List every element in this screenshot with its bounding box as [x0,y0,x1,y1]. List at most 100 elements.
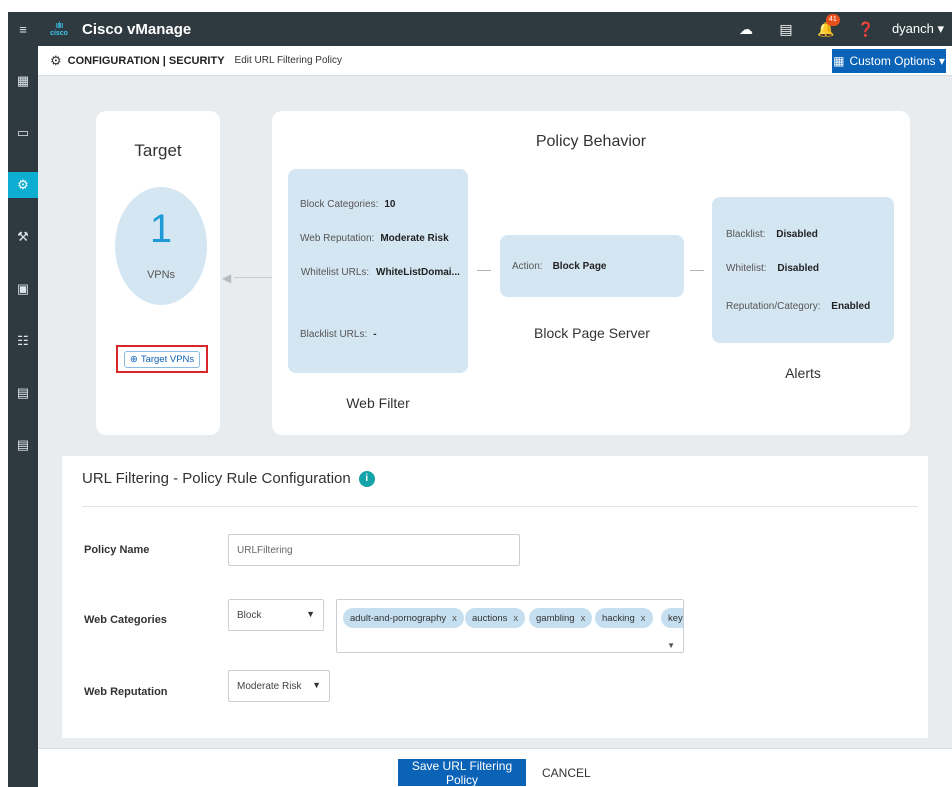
app-title: Cisco vManage [82,20,192,38]
dropdown-arrow-icon: ▼ [306,609,315,619]
block-categories-key: Block Categories: [300,199,379,210]
info-icon[interactable]: i [358,470,375,487]
top-icons: ☁ ▤ 🔔 41 ❓ dyanch ▾ [726,12,952,46]
category-tag-label: adult-and-pornography [350,612,447,624]
breadcrumb-page: Edit URL Filtering Policy [234,55,342,66]
monitor-icon[interactable]: ▭ [8,120,38,146]
custom-options-button[interactable]: ▦ Custom Options ▾ [832,49,946,73]
alerts-whitelist-value: Disabled [777,263,820,274]
connector-dash [690,270,704,271]
policy-rule-configuration-panel: URL Filtering - Policy Rule Configuratio… [62,456,928,738]
whitelist-urls-value: WhiteListDomai... [376,267,460,278]
notification-badge: 41 [825,13,840,26]
web-filter-box[interactable]: Block Categories: 10 Web Reputation: Mod… [288,169,468,373]
dashboard-icon[interactable]: ▦ [8,68,38,94]
vpn-count-circle: 1 VPNs [115,187,207,305]
footer-bar: Save URL Filtering Policy CANCEL [38,748,952,787]
custom-options-label: Custom Options ▾ [849,54,945,68]
arrow-left-icon: ◀ [222,271,232,285]
block-page-action-key: Action: [512,260,543,272]
left-sidebar: ≡ ▦ ▭ ⚙ ⚒ ▣ ☷ ▤ ▤ [8,12,38,787]
web-reputation-select[interactable]: Moderate Risk ▼ [228,670,330,702]
category-tag[interactable]: adult-and-pornography x [343,608,464,628]
target-vpns-label: Target VPNs [140,353,195,365]
bell-icon[interactable]: 🔔 41 [806,13,846,38]
web-reputation-label: Web Reputation [84,686,168,698]
cisco-logo-bars-icon: ıılıı [55,19,63,30]
plus-circle-icon: ⊕ [129,353,138,365]
analytics-icon[interactable]: ▤ [8,380,38,406]
policy-name-input[interactable] [228,534,520,566]
web-reputation-select-value: Moderate Risk [237,680,302,692]
blacklist-urls-row: Blacklist URLs: - [300,329,462,340]
remove-tag-icon[interactable]: x [641,613,646,624]
category-tag-label: gambling [536,612,575,624]
config-title: URL Filtering - Policy Rule Configuratio… [82,470,375,487]
category-tag[interactable]: gambling x [529,608,593,628]
alerts-box[interactable]: Blacklist: Disabled Whitelist: Disabled … [712,197,894,343]
dropdown-arrow-icon: ▼ [312,680,321,690]
block-page-box[interactable]: Action: Block Page [500,235,684,297]
connector-dash [477,270,491,271]
alerts-blacklist-key: Blacklist: [726,229,766,240]
web-reputation-row: Web Reputation: Moderate Risk [300,233,462,244]
alerts-reputation-row: Reputation/Category: Enabled [726,301,870,312]
target-card: Target 1 VPNs ⊕ Target VPNs [96,111,220,435]
scroll-down-icon[interactable]: ▼ [667,641,675,650]
alerts-reputation-value: Enabled [831,301,871,312]
whitelist-urls-key: Whitelist URLs: [300,267,370,278]
alerts-blacklist-row: Blacklist: Disabled [726,229,818,240]
vpn-count: 1 [149,207,173,251]
policy-name-label: Policy Name [84,544,150,556]
gear-icon: ⚙ [50,52,62,68]
policy-behavior-title: Policy Behavior [535,133,647,150]
web-categories-label: Web Categories [84,614,167,626]
block-categories-value: 10 [384,199,396,210]
cisco-logo: ıılıı cisco [46,19,72,38]
tools-icon[interactable]: ⚒ [8,224,38,250]
maintenance-icon[interactable]: ▣ [8,276,38,302]
block-page-action-value: Block Page [552,260,607,272]
alerts-label: Alerts [785,365,821,381]
top-bar: ıılıı cisco Cisco vManage ☁ ▤ 🔔 41 ❓ dyan… [38,12,952,46]
remove-tag-icon[interactable]: x [513,613,518,624]
target-vpns-highlight: ⊕ Target VPNs [116,345,208,373]
config-title-text: URL Filtering - Policy Rule Configuratio… [82,470,351,487]
grid-icon: ▦ [833,54,845,68]
connector-line [234,277,272,278]
policy-behavior-card: Policy Behavior Block Categories: 10 Web… [272,111,910,435]
alerts-whitelist-row: Whitelist: Disabled [726,263,819,274]
remove-tag-icon[interactable]: x [581,613,586,624]
web-reputation-value: Moderate Risk [380,233,449,244]
cloud-icon[interactable]: ☁ [726,21,766,38]
main-content: Target 1 VPNs ⊕ Target VPNs ◀ Policy Beh… [38,76,952,748]
administration-icon[interactable]: ☷ [8,328,38,354]
alerts-reputation-key: Reputation/Category: [726,301,821,312]
menu-icon[interactable]: ≡ [8,16,38,42]
remove-tag-icon[interactable]: x [452,613,457,624]
category-tag[interactable]: auctions x [465,608,526,628]
web-categories-tags-input[interactable]: adult-and-pornography x auctions x gamblin… [336,599,684,653]
whitelist-urls-row: Whitelist URLs: WhiteListDomai... [300,267,462,278]
cancel-button[interactable]: CANCEL [542,759,591,786]
web-filter-label: Web Filter [346,395,410,411]
target-vpns-button[interactable]: ⊕ Target VPNs [123,350,201,368]
web-categories-mode-value: Block [237,609,262,621]
configuration-icon[interactable]: ⚙ [8,172,38,198]
divider [82,506,918,507]
block-categories-row: Block Categories: 10 [300,199,462,210]
alerts-whitelist-key: Whitelist: [726,263,767,274]
help-icon[interactable]: ❓ [846,21,886,38]
category-tag-label: hacking [602,612,635,624]
save-url-filtering-policy-button[interactable]: Save URL Filtering Policy [398,759,526,787]
clipboard-icon[interactable]: ▤ [766,21,806,38]
alerts-blacklist-value: Disabled [776,229,818,240]
user-menu[interactable]: dyanch ▾ [892,21,944,37]
category-tag[interactable]: key [661,608,683,628]
category-tag[interactable]: hacking x [595,608,653,628]
web-categories-mode-select[interactable]: Block ▼ [228,599,324,631]
breadcrumb-bar: ⚙ CONFIGURATION | SECURITY Edit URL Filt… [38,46,952,76]
reports-icon[interactable]: ▤ [8,432,38,458]
breadcrumb-section: CONFIGURATION | SECURITY [67,54,225,67]
vpn-count-label: VPNs [146,269,176,281]
